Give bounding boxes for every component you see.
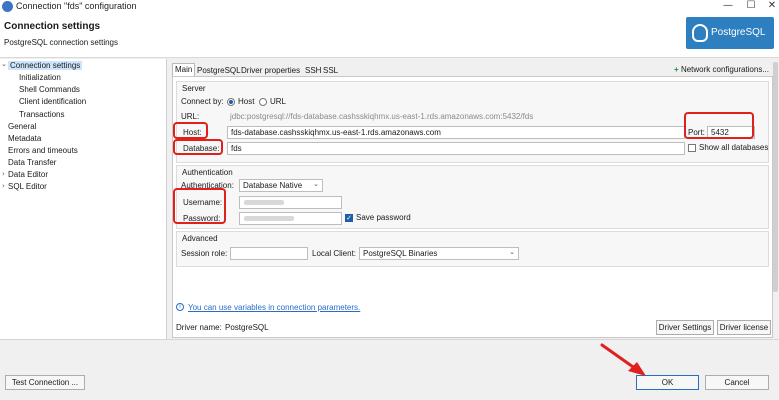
database-label-highlight bbox=[173, 139, 223, 155]
host-radio[interactable] bbox=[227, 98, 235, 106]
advanced-group: Advanced Session role: Local Client: Pos… bbox=[176, 231, 769, 267]
local-client-select[interactable]: PostgreSQL Binaries ⌄ bbox=[359, 247, 519, 260]
maximize-button[interactable]: ☐ bbox=[740, 0, 762, 13]
port-highlight bbox=[684, 112, 754, 139]
header-title: Connection settings bbox=[4, 21, 101, 32]
settings-tree: ⌄ Connection settings Initialization She… bbox=[0, 59, 167, 339]
host-input[interactable]: fds-database.cashsskiqhmx.us-east-1.rds.… bbox=[227, 126, 685, 139]
header-subtitle: PostgreSQL connection settings bbox=[4, 38, 118, 47]
logo-text: PostgreSQL bbox=[711, 27, 766, 38]
tree-item-initialization[interactable]: Initialization bbox=[19, 73, 61, 82]
close-button[interactable]: ✕ bbox=[761, 0, 779, 13]
advanced-group-title: Advanced bbox=[182, 234, 218, 243]
server-group: Server Connect by: Host URL URL: jdbc:po… bbox=[176, 81, 769, 163]
redacted-password bbox=[244, 216, 294, 221]
info-icon: i bbox=[176, 303, 184, 311]
show-all-databases-label: Show all databases bbox=[699, 143, 769, 152]
url-option-label: URL bbox=[270, 97, 287, 106]
cancel-button[interactable]: Cancel bbox=[705, 375, 769, 390]
driver-settings-button[interactable]: Driver Settings bbox=[656, 320, 714, 335]
driver-license-button[interactable]: Driver license bbox=[717, 320, 771, 335]
username-input[interactable] bbox=[239, 196, 342, 209]
authentication-group: Authentication Authentication: Database … bbox=[176, 165, 769, 229]
url-value: jdbc:postgresql://fds-database.cashsskiq… bbox=[230, 112, 534, 121]
footer-divider bbox=[0, 339, 779, 340]
local-client-label: Local Client: bbox=[312, 249, 357, 258]
driver-name-label: Driver name: bbox=[176, 323, 222, 332]
tree-item-metadata[interactable]: Metadata bbox=[8, 134, 41, 143]
app-icon bbox=[2, 1, 13, 12]
main-tab-panel: Server Connect by: Host URL URL: jdbc:po… bbox=[172, 76, 773, 338]
credentials-highlight bbox=[173, 188, 226, 224]
test-connection-button[interactable]: Test Connection ... bbox=[5, 375, 85, 390]
expand-arrow-icon[interactable]: › bbox=[2, 170, 5, 178]
password-input[interactable] bbox=[239, 212, 342, 225]
connection-main: Main PostgreSQL Driver properties SSH SS… bbox=[172, 62, 773, 338]
tab-postgresql[interactable]: PostgreSQL bbox=[194, 64, 244, 76]
session-role-label: Session role: bbox=[181, 249, 228, 258]
save-password-checkbox[interactable]: ✓ bbox=[345, 214, 353, 222]
tree-item-transactions[interactable]: Transactions bbox=[19, 110, 65, 119]
tab-ssl[interactable]: SSL bbox=[320, 64, 341, 76]
vertical-scrollbar[interactable] bbox=[773, 62, 778, 292]
network-configurations-button[interactable]: + Network configurations... bbox=[674, 65, 769, 74]
tree-item-errors-timeouts[interactable]: Errors and timeouts bbox=[8, 146, 78, 155]
expand-arrow-icon[interactable]: › bbox=[2, 182, 5, 190]
tree-item-data-editor[interactable]: Data Editor bbox=[8, 170, 48, 179]
tree-item-data-transfer[interactable]: Data Transfer bbox=[8, 158, 56, 167]
tree-item-shell-commands[interactable]: Shell Commands bbox=[19, 85, 80, 94]
dialog-header: Connection settings PostgreSQL connectio… bbox=[0, 14, 779, 58]
redacted-username bbox=[244, 200, 284, 205]
variables-help-link[interactable]: You can use variables in connection para… bbox=[188, 303, 360, 312]
tree-item-sql-editor[interactable]: SQL Editor bbox=[8, 182, 47, 191]
tree-item-connection-settings[interactable]: Connection settings bbox=[8, 61, 83, 70]
expand-arrow-icon[interactable]: ⌄ bbox=[1, 60, 7, 68]
authentication-group-title: Authentication bbox=[182, 168, 233, 177]
minimize-button[interactable]: — bbox=[717, 0, 739, 13]
postgresql-logo: PostgreSQL bbox=[686, 17, 774, 49]
session-role-input[interactable] bbox=[230, 247, 308, 260]
local-client-value: PostgreSQL Binaries bbox=[363, 249, 438, 258]
plus-icon: + bbox=[674, 65, 679, 74]
save-password-label: Save password bbox=[356, 213, 411, 222]
tree-item-client-identification[interactable]: Client identification bbox=[19, 97, 86, 106]
red-arrow-annotation bbox=[600, 343, 646, 376]
host-label-highlight bbox=[173, 122, 208, 139]
tab-driver-properties[interactable]: Driver properties bbox=[238, 64, 303, 76]
network-configurations-label: Network configurations... bbox=[680, 65, 769, 74]
tree-item-label: Connection settings bbox=[8, 61, 83, 70]
tree-item-general[interactable]: General bbox=[8, 122, 36, 131]
title-bar: Connection "fds" configuration — ☐ ✕ bbox=[0, 0, 779, 14]
url-radio[interactable] bbox=[259, 98, 267, 106]
show-all-databases-checkbox[interactable] bbox=[688, 144, 696, 152]
elephant-icon bbox=[692, 24, 708, 42]
tab-main[interactable]: Main bbox=[172, 63, 196, 77]
chevron-down-icon: ⌄ bbox=[313, 180, 319, 188]
driver-name-value: PostgreSQL bbox=[225, 323, 269, 332]
database-input[interactable]: fds bbox=[227, 142, 685, 155]
url-label: URL: bbox=[181, 112, 200, 121]
tab-bar: Main PostgreSQL Driver properties SSH SS… bbox=[172, 62, 773, 77]
authentication-value: Database Native bbox=[243, 181, 303, 190]
chevron-down-icon: ⌄ bbox=[509, 248, 515, 256]
host-option-label: Host bbox=[238, 97, 255, 106]
server-group-title: Server bbox=[182, 84, 206, 93]
connect-by-label: Connect by: bbox=[181, 97, 224, 106]
window-title: Connection "fds" configuration bbox=[16, 1, 137, 11]
authentication-select[interactable]: Database Native ⌄ bbox=[239, 179, 323, 192]
